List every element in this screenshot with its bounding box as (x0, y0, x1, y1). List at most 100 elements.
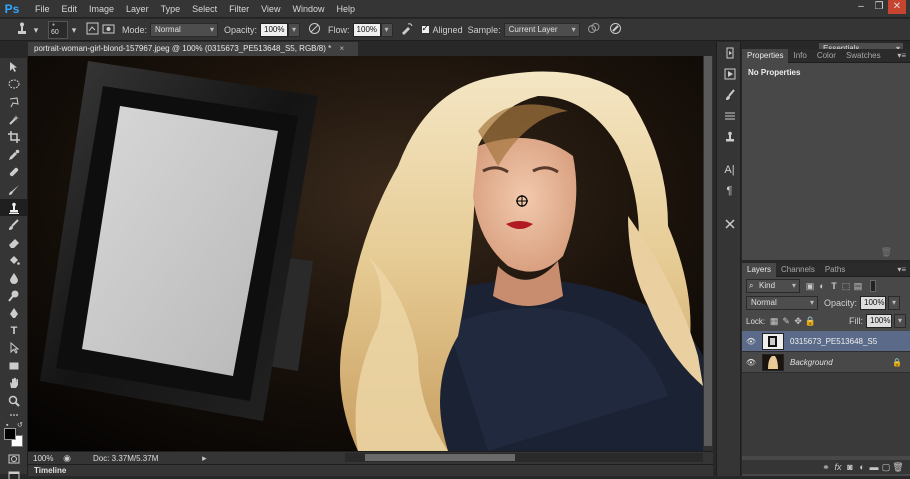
tool-presets-panel-icon[interactable] (717, 213, 742, 234)
menu-filter[interactable]: Filter (223, 0, 255, 18)
clone-stamp-tool-icon[interactable] (0, 198, 28, 217)
opacity-dropdown[interactable] (288, 22, 301, 37)
zoom-tool-icon[interactable] (0, 392, 28, 410)
brush-panel-toggle-icon[interactable] (84, 22, 100, 38)
crop-tool-icon[interactable] (0, 128, 28, 146)
lock-transparent-pixels-icon[interactable]: ▦ (768, 314, 780, 328)
type-tool-icon[interactable]: T (0, 322, 28, 340)
link-layers-icon[interactable]: ⚭ (820, 460, 832, 474)
clone-stamp-tool-preset-icon[interactable] (14, 22, 30, 38)
tool-preset-dropdown-icon[interactable]: ▾ (30, 23, 42, 37)
airbrush-icon[interactable] (399, 22, 415, 38)
layer-name[interactable]: 0315673_PE513648_S5 (790, 337, 877, 346)
menu-view[interactable]: View (255, 0, 286, 18)
layer-fill-input[interactable]: 100% (866, 314, 892, 328)
clone-source-panel-icon[interactable] (100, 22, 116, 38)
rectangle-tool-icon[interactable] (0, 357, 28, 375)
filter-adjustment-layers-icon[interactable]: ◐ (816, 279, 828, 293)
add-layer-mask-icon[interactable]: ◙ (844, 460, 856, 474)
tab-swatches[interactable]: Swatches (841, 49, 886, 63)
flow-dropdown[interactable] (380, 22, 393, 37)
menu-window[interactable]: Window (286, 0, 330, 18)
filter-type-layers-icon[interactable]: T (828, 279, 840, 293)
lock-all-icon[interactable]: 🔒 (804, 314, 816, 328)
pen-tool-icon[interactable] (0, 304, 28, 322)
sample-select[interactable]: Current Layer (503, 22, 580, 37)
menu-image[interactable]: Image (83, 0, 120, 18)
brush-tool-icon[interactable] (0, 181, 28, 199)
brush-presets-panel-icon[interactable] (717, 105, 742, 126)
layer-visibility-eye-icon[interactable]: 👁 (742, 358, 760, 367)
layer-filter-kind-select[interactable]: ⌕ Kind (746, 279, 800, 293)
tab-layers[interactable]: Layers (742, 262, 777, 277)
new-layer-icon[interactable]: ▢ (880, 460, 892, 474)
menu-edit[interactable]: Edit (56, 0, 84, 18)
menu-file[interactable]: File (29, 0, 56, 18)
status-menu-arrow-icon[interactable]: ▸ (198, 451, 210, 465)
tab-properties[interactable]: Properties (742, 48, 789, 63)
ignore-adjustment-layers-icon[interactable] (586, 22, 602, 38)
history-brush-tool-icon[interactable] (0, 216, 28, 234)
document-tab[interactable]: portrait-woman-girl-blond-157967.jpeg @ … (28, 42, 358, 56)
menu-type[interactable]: Type (155, 0, 187, 18)
character-panel-icon[interactable]: A| (717, 159, 742, 180)
path-selection-tool-icon[interactable] (0, 340, 28, 358)
elliptical-marquee-tool-icon[interactable] (0, 76, 28, 94)
minimize-button[interactable]: – (852, 0, 870, 14)
canvas-vertical-scrollbar[interactable] (703, 56, 713, 451)
opacity-input[interactable]: 100% (260, 22, 289, 37)
layers-panel-menu-icon[interactable]: ▾≡ (897, 265, 906, 274)
brush-dropdown-icon[interactable]: ▾ (68, 23, 80, 37)
filter-smart-objects-icon[interactable]: ▤ (852, 279, 864, 293)
menu-help[interactable]: Help (330, 0, 361, 18)
layer-row[interactable]: 👁 0315673_PE513648_S5 (742, 331, 910, 352)
aligned-checkbox[interactable] (420, 23, 430, 34)
layer-name[interactable]: Background (790, 358, 833, 367)
maximize-button[interactable]: ❐ (870, 0, 888, 14)
pressure-size-icon[interactable] (608, 22, 624, 38)
canvas-horizontal-scrollbar[interactable] (345, 453, 703, 462)
mode-select[interactable]: Normal (150, 22, 219, 37)
document-canvas[interactable] (28, 56, 703, 451)
layer-opacity-dropdown[interactable] (888, 296, 901, 310)
flow-input[interactable]: 100% (352, 22, 381, 37)
delete-layer-icon[interactable]: 🗑 (892, 460, 904, 474)
screen-mode-icon[interactable] (0, 467, 28, 479)
layer-visibility-eye-icon[interactable]: 👁 (742, 337, 760, 346)
quick-mask-icon[interactable] (0, 450, 28, 468)
vertical-scroll-thumb[interactable] (704, 56, 712, 446)
pressure-opacity-icon[interactable] (306, 22, 322, 38)
layer-fill-dropdown[interactable] (894, 314, 906, 328)
menu-layer[interactable]: Layer (120, 0, 155, 18)
paragraph-panel-icon[interactable]: ¶ (717, 180, 742, 201)
new-adjustment-layer-icon[interactable]: ◐ (856, 460, 868, 474)
actions-panel-icon[interactable] (717, 63, 742, 84)
layer-style-fx-icon[interactable]: fx (832, 460, 844, 474)
eraser-tool-icon[interactable] (0, 234, 28, 252)
zoom-level[interactable]: 100% (33, 454, 61, 463)
swap-colors-icon[interactable]: ↺ (17, 421, 23, 429)
blur-tool-icon[interactable] (0, 269, 28, 287)
paint-bucket-tool-icon[interactable] (0, 252, 28, 270)
new-group-icon[interactable]: ▬ (868, 460, 880, 474)
properties-panel-menu-icon[interactable]: ▾≡ (897, 51, 906, 60)
quick-selection-tool-icon[interactable] (0, 111, 28, 129)
more-tools-icon[interactable] (0, 410, 28, 420)
brush-panel-icon[interactable] (717, 84, 742, 105)
tab-info[interactable]: Info (788, 49, 811, 63)
properties-trash-icon[interactable]: 🗑 (881, 247, 892, 258)
filter-pixel-layers-icon[interactable]: ▣ (804, 279, 816, 293)
tab-channels[interactable]: Channels (776, 263, 820, 277)
layer-opacity-input[interactable]: 100% (860, 296, 887, 310)
hand-tool-icon[interactable] (0, 375, 28, 393)
document-tab-close-icon[interactable]: × (339, 44, 344, 53)
layer-row[interactable]: 👁 Background 🔒 (742, 352, 910, 373)
layer-blend-mode-select[interactable]: Normal (746, 296, 818, 310)
dodge-tool-icon[interactable] (0, 287, 28, 305)
tab-paths[interactable]: Paths (820, 263, 850, 277)
horizontal-scroll-thumb[interactable] (365, 454, 515, 461)
history-panel-icon[interactable] (717, 42, 742, 63)
foreground-color-swatch[interactable] (4, 427, 16, 440)
move-tool-icon[interactable] (0, 58, 28, 76)
status-info-icon[interactable]: ◉ (61, 451, 73, 465)
